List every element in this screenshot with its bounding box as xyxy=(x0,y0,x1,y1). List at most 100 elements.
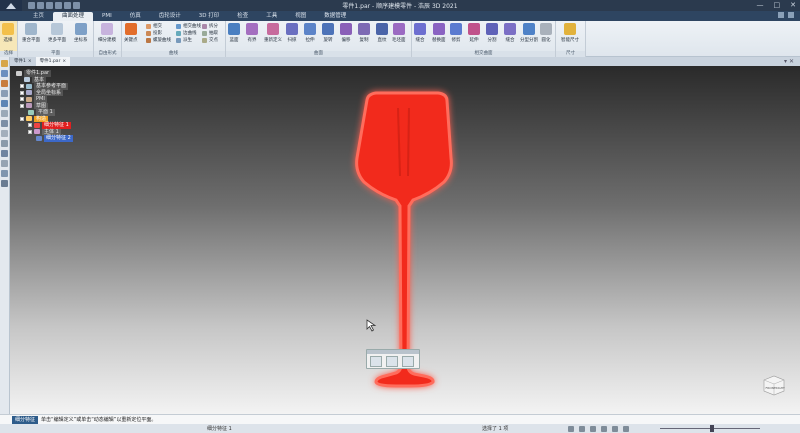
tab-pmi[interactable]: PMI xyxy=(93,12,121,21)
ruled-button[interactable]: 直纹 xyxy=(376,23,388,43)
blank-surface-button[interactable]: 毛坯面 xyxy=(392,23,406,43)
sketch-icon[interactable] xyxy=(1,80,8,87)
fit-icon[interactable] xyxy=(579,425,585,432)
tree-subdivision2[interactable]: 细分特征 2 xyxy=(16,135,106,142)
zoom-icon[interactable] xyxy=(590,425,596,432)
open-file-icon[interactable] xyxy=(37,2,44,9)
view-icon[interactable] xyxy=(1,180,8,187)
tab-home[interactable]: 主页 xyxy=(24,12,53,21)
subdivision-modeling-button[interactable]: 细分建模 xyxy=(98,23,116,43)
search-icon[interactable] xyxy=(1,110,8,117)
parting-split-button[interactable]: 分型分割 xyxy=(520,23,538,43)
properties-icon[interactable] xyxy=(1,120,8,127)
extend-button[interactable]: 延伸 xyxy=(468,23,480,43)
current-feature: 细分特征 1 xyxy=(207,426,232,432)
intersect-button[interactable]: 相交 xyxy=(146,23,162,29)
smart-dimension-button[interactable]: 智能尺寸 xyxy=(561,23,579,43)
mini-edit-button[interactable] xyxy=(386,356,398,367)
view-cube[interactable]: FRONT RIGHT xyxy=(762,374,786,396)
more-planes-button[interactable]: 更多平面 xyxy=(48,23,66,43)
copy-button[interactable]: 复制 xyxy=(358,23,370,43)
curve-group: 关键点 相交 投影 螺旋曲线 相交曲线 边曲线 派生 拆分 抽取 交点 曲线 xyxy=(122,21,226,57)
look-at-icon[interactable] xyxy=(623,425,629,432)
split-button[interactable]: 分割 xyxy=(486,23,498,43)
edge-curve-button[interactable]: 边曲线 xyxy=(176,30,197,36)
extract-button[interactable]: 抽取 xyxy=(202,30,218,36)
left-toolbar xyxy=(0,57,10,414)
project-button[interactable]: 投影 xyxy=(146,30,162,36)
print-icon[interactable] xyxy=(73,2,80,9)
undo-icon[interactable] xyxy=(55,2,62,9)
keypoint-button[interactable]: 关键点 xyxy=(124,23,138,43)
plane-icon xyxy=(25,23,37,35)
layers-icon[interactable] xyxy=(1,70,8,77)
intersection-curve-button[interactable]: 相交曲线 xyxy=(176,23,201,29)
coincident-plane-button[interactable]: 重合平面 xyxy=(22,23,40,43)
stitch-button[interactable]: 缝合 xyxy=(414,23,426,43)
subdivision-model[interactable] xyxy=(355,91,453,388)
tab-inspect[interactable]: 检查 xyxy=(228,12,257,21)
filter-icon[interactable] xyxy=(568,425,574,432)
derive-button[interactable]: 派生 xyxy=(176,37,192,43)
rotate-icon[interactable] xyxy=(612,425,618,432)
options-icon[interactable] xyxy=(788,12,794,18)
tab-gear[interactable]: 齿轮设计 xyxy=(150,12,190,21)
plane-group: 重合平面 更多平面 坐标系 平面 xyxy=(18,21,94,57)
svg-text:RIGHT: RIGHT xyxy=(776,386,786,390)
select-button[interactable]: 选择 xyxy=(2,23,14,43)
redefine-button[interactable]: 重新定义 xyxy=(264,23,282,43)
minimize-button[interactable]: — xyxy=(757,1,764,9)
help-icon[interactable] xyxy=(778,12,784,18)
command-badge: 细分特征 xyxy=(12,415,39,424)
app-logo-icon[interactable] xyxy=(0,0,22,11)
zoom-slider-knob[interactable] xyxy=(710,425,714,432)
offset-button[interactable]: 偏移 xyxy=(340,23,352,43)
redo-icon[interactable] xyxy=(64,2,71,9)
split-curve-button[interactable]: 拆分 xyxy=(202,23,218,29)
grid-icon[interactable] xyxy=(1,170,8,177)
round-button[interactable]: 圆化 xyxy=(540,23,552,43)
measure-icon[interactable] xyxy=(1,140,8,147)
doc-tab-part1-par[interactable]: 零件1.par × xyxy=(35,57,71,66)
library-icon[interactable] xyxy=(1,100,8,107)
graphics-viewport[interactable]: 零件1.par 基本 基本参考平面 全局坐标系 PMI 草图 平面 1 构造 细… xyxy=(10,66,800,414)
variables-icon[interactable] xyxy=(1,150,8,157)
stitch2-button[interactable]: 缝合 xyxy=(504,23,516,43)
tab-tools[interactable]: 工具 xyxy=(257,12,286,21)
bounded-button[interactable]: 有界 xyxy=(246,23,258,43)
extrude-button[interactable]: 拉伸 xyxy=(304,23,316,43)
close-button[interactable]: ✕ xyxy=(790,1,796,9)
coordinate-system-button[interactable]: 坐标系 xyxy=(74,23,88,43)
title-bar: 零件1.par - 顺序建模零件 - 浩辰 3D 2021 — □ ✕ xyxy=(0,0,800,11)
sweep-button[interactable]: 扫掠 xyxy=(286,23,298,43)
ribbon: 选择 选择 重合平面 更多平面 坐标系 平面 细分建模 自由形式 关键点 相交 … xyxy=(0,21,800,57)
point-button[interactable]: 交点 xyxy=(202,37,218,43)
mini-finish-button[interactable] xyxy=(402,356,414,367)
maximize-button[interactable]: □ xyxy=(774,1,781,9)
tab-simulation[interactable]: 仿真 xyxy=(121,12,150,21)
selection-count: 选择了 1 项 xyxy=(482,426,509,432)
doc-tabs-menu-icon[interactable]: ▾ ✕ xyxy=(784,58,794,65)
save-icon[interactable] xyxy=(46,2,53,9)
pathfinder-icon[interactable] xyxy=(1,60,8,67)
ribbon-tabs: 主页 曲面处理 PMI 仿真 齿轮设计 3D 打印 检查 工具 视图 数据管理 xyxy=(0,11,800,21)
tab-view[interactable]: 视图 xyxy=(286,12,315,21)
notes-icon[interactable] xyxy=(1,160,8,167)
doc-tab-part1[interactable]: 零件1 × xyxy=(10,57,36,66)
history-icon[interactable] xyxy=(1,130,8,137)
features-icon[interactable] xyxy=(1,90,8,97)
tab-data[interactable]: 数据管理 xyxy=(315,12,355,21)
helix-button[interactable]: 螺旋曲线 xyxy=(146,37,171,43)
mini-subdivide-button[interactable] xyxy=(370,356,382,367)
blue-surface-button[interactable]: 蓝面 xyxy=(228,23,240,43)
prompt-text: 单击“编辑定义”或单击“动态编辑”以重新定位平面。 xyxy=(41,417,157,423)
close-icon: × xyxy=(27,59,32,64)
revolve-button[interactable]: 旋转 xyxy=(322,23,334,43)
new-file-icon[interactable] xyxy=(28,2,35,9)
tab-3d-print[interactable]: 3D 打印 xyxy=(190,12,228,21)
planes-icon xyxy=(51,23,63,35)
pan-icon[interactable] xyxy=(601,425,607,432)
replace-face-button[interactable]: 替换面 xyxy=(432,23,446,43)
trim-button[interactable]: 修剪 xyxy=(450,23,462,43)
tab-surface[interactable]: 曲面处理 xyxy=(53,12,94,21)
